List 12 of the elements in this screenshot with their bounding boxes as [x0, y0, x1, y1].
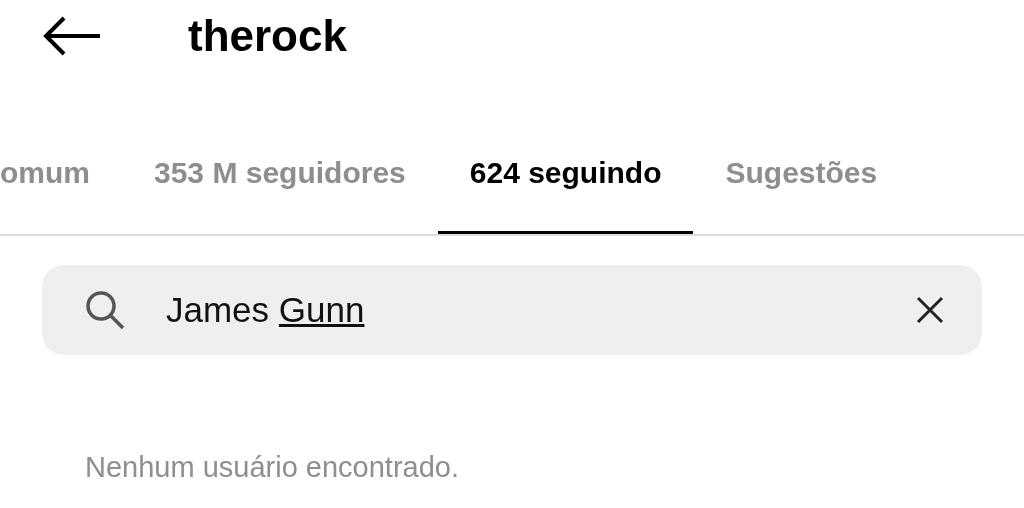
tab[interactable]: 353 M seguidores [122, 115, 438, 234]
close-icon [916, 296, 944, 324]
search-icon [84, 289, 126, 331]
back-button[interactable] [42, 16, 102, 56]
tab[interactable]: Sugestões [693, 115, 910, 234]
search-field[interactable]: James Gunn [42, 265, 982, 355]
empty-message: Nenhum usuário encontrado. [85, 451, 460, 484]
profile-username: therock [188, 11, 347, 61]
tab[interactable]: omum [0, 115, 122, 234]
tab[interactable]: 624 seguindo [437, 115, 694, 234]
back-arrow-icon [42, 16, 102, 56]
clear-button[interactable] [916, 296, 944, 324]
